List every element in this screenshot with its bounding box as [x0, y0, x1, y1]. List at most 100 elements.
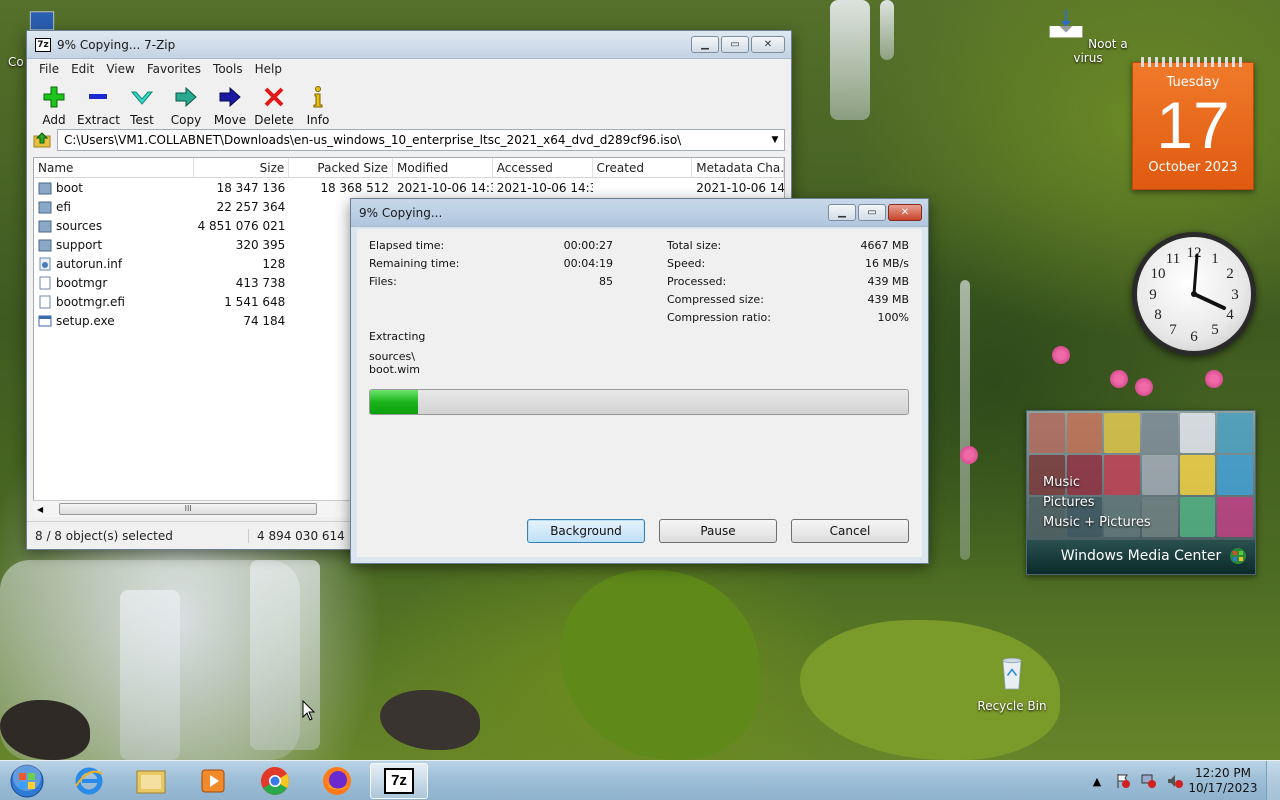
- volume-icon[interactable]: [1166, 772, 1184, 790]
- cell-name: boot: [34, 181, 194, 195]
- compression-ratio-label: Compression ratio:: [667, 311, 771, 324]
- col-created[interactable]: Created: [593, 158, 693, 177]
- col-modified[interactable]: Modified: [393, 158, 493, 177]
- maximize-button[interactable]: ▭: [858, 204, 886, 221]
- cell-size: 128: [262, 256, 286, 271]
- test-button[interactable]: Test: [121, 85, 163, 127]
- col-packed-size[interactable]: Packed Size: [289, 158, 394, 177]
- scroll-left-icon[interactable]: ◀: [33, 505, 43, 514]
- media-menu-music[interactable]: Music: [1043, 473, 1151, 493]
- speed-label: Speed:: [667, 257, 706, 270]
- info-icon: [313, 86, 323, 108]
- taskbar: 7z ▲ 12:20 PM 10/17/2023: [0, 760, 1280, 800]
- desktop-icon-noot[interactable]: Noot a virus: [1046, 8, 1130, 65]
- cancel-button[interactable]: Cancel: [791, 519, 909, 543]
- taskbar-chrome[interactable]: [246, 763, 304, 799]
- taskbar-7zip[interactable]: 7z: [370, 763, 428, 799]
- col-size[interactable]: Size: [194, 158, 290, 177]
- minus-icon: [89, 94, 107, 99]
- svg-text:5: 5: [1211, 322, 1219, 338]
- zip-menubar: File Edit View Favorites Tools Help: [27, 59, 791, 79]
- media-center-footer[interactable]: Windows Media Center: [1027, 540, 1255, 574]
- desktop-icon-label: Co: [8, 55, 24, 69]
- mossy-rock: [560, 570, 760, 760]
- copy-button[interactable]: Copy: [165, 85, 207, 127]
- test-label: Test: [130, 113, 154, 127]
- show-hidden-icons-button[interactable]: ▲: [1088, 772, 1106, 790]
- menu-file[interactable]: File: [33, 62, 65, 76]
- cell-accessed: 2021-10-06 14:35: [496, 180, 593, 195]
- network-icon[interactable]: [1140, 772, 1158, 790]
- folder-icon: [136, 770, 166, 794]
- clock-gadget[interactable]: 12 1 2 3 4567 8 9 10 11: [1132, 232, 1256, 356]
- up-folder-icon[interactable]: [33, 131, 51, 149]
- background-button[interactable]: Background: [527, 519, 645, 543]
- taskbar-firefox[interactable]: [308, 763, 366, 799]
- cell-name: setup.exe: [34, 314, 194, 328]
- chevron-down-icon[interactable]: ▼: [766, 135, 784, 145]
- menu-help[interactable]: Help: [249, 62, 288, 76]
- 7zip-logo-icon: 7z: [35, 37, 51, 52]
- close-button[interactable]: ✕: [888, 204, 922, 221]
- calendar-gadget[interactable]: Tuesday 17 October 2023: [1132, 57, 1254, 190]
- start-button[interactable]: [2, 763, 52, 799]
- path-input[interactable]: C:\Users\VM1.COLLABNET\Downloads\en-us_w…: [57, 129, 785, 151]
- taskbar-ie[interactable]: [60, 763, 118, 799]
- progress-titlebar[interactable]: 9% Copying... ▁ ▭ ✕: [351, 199, 928, 227]
- taskbar-clock[interactable]: 12:20 PM 10/17/2023: [1188, 766, 1258, 796]
- close-button[interactable]: ✕: [751, 36, 785, 53]
- add-button[interactable]: Add: [33, 85, 75, 127]
- pause-button[interactable]: Pause: [659, 519, 777, 543]
- progress-dialog[interactable]: 9% Copying... ▁ ▭ ✕ Elapsed time: 00:00:…: [350, 198, 929, 564]
- show-desktop-button[interactable]: [1266, 761, 1280, 800]
- table-row[interactable]: boot 18 347 136 18 368 512 2021-10-06 14:35…: [34, 178, 784, 197]
- menu-favorites[interactable]: Favorites: [141, 62, 207, 76]
- operation-label: Extracting: [369, 330, 426, 343]
- move-button[interactable]: Move: [209, 85, 251, 127]
- extract-button[interactable]: Extract: [77, 85, 120, 127]
- cell-size: 1 541 648: [224, 294, 286, 309]
- waterfall-streak: [960, 280, 970, 560]
- scroll-thumb[interactable]: III: [59, 503, 318, 515]
- delete-button[interactable]: Delete: [253, 85, 295, 127]
- taskbar-explorer[interactable]: [122, 763, 180, 799]
- file-icon: [39, 295, 51, 308]
- status-selected: 8 / 8 object(s) selected: [27, 528, 249, 543]
- cell-metadata: 2021-10-06 14:3: [696, 180, 784, 195]
- monitor-icon: [1141, 774, 1156, 788]
- menu-edit[interactable]: Edit: [65, 62, 100, 76]
- remaining-value: 00:04:19: [563, 257, 613, 270]
- elapsed-value: 00:00:27: [563, 239, 613, 252]
- progress-body: Elapsed time: 00:00:27 Remaining time: 0…: [357, 229, 922, 557]
- menu-tools[interactable]: Tools: [207, 62, 249, 76]
- path-text: C:\Users\VM1.COLLABNET\Downloads\en-us_w…: [64, 133, 682, 147]
- minimize-button[interactable]: ▁: [828, 204, 856, 221]
- col-accessed[interactable]: Accessed: [493, 158, 593, 177]
- col-metadata[interactable]: Metadata Cha...: [692, 158, 784, 177]
- desktop-icon-recycle-bin[interactable]: Recycle Bin: [970, 656, 1054, 713]
- info-button[interactable]: Info: [297, 85, 339, 127]
- folder-icon: [38, 239, 52, 251]
- col-name[interactable]: Name: [34, 158, 194, 177]
- analog-clock-face: 12 12 3 4567 8 9 1011: [1149, 245, 1239, 345]
- progress-bar: [369, 389, 909, 415]
- compressed-size-value: 439 MB: [867, 293, 909, 306]
- menu-view[interactable]: View: [100, 62, 140, 76]
- taskbar-media-player[interactable]: [184, 763, 242, 799]
- media-menu-music-pictures[interactable]: Music + Pictures: [1043, 513, 1151, 533]
- pink-flower: [1052, 346, 1070, 364]
- action-center-icon[interactable]: [1114, 772, 1132, 790]
- media-center-gadget[interactable]: Music Pictures Music + Pictures Windows …: [1026, 410, 1256, 575]
- file-name: support: [56, 237, 103, 252]
- file-name: autorun.inf: [56, 256, 123, 271]
- delete-label: Delete: [254, 113, 294, 127]
- minimize-button[interactable]: ▁: [691, 36, 719, 53]
- svg-text:4: 4: [1226, 307, 1234, 323]
- maximize-icon: ▭: [867, 207, 877, 218]
- zip-titlebar[interactable]: 7z 9% Copying... 7-Zip ▁ ▭ ✕: [27, 31, 791, 59]
- media-menu-pictures[interactable]: Pictures: [1043, 493, 1151, 513]
- waterfall-streak: [120, 590, 180, 760]
- processed-value: 439 MB: [867, 275, 909, 288]
- file-name: efi: [56, 199, 71, 214]
- maximize-button[interactable]: ▭: [721, 36, 749, 53]
